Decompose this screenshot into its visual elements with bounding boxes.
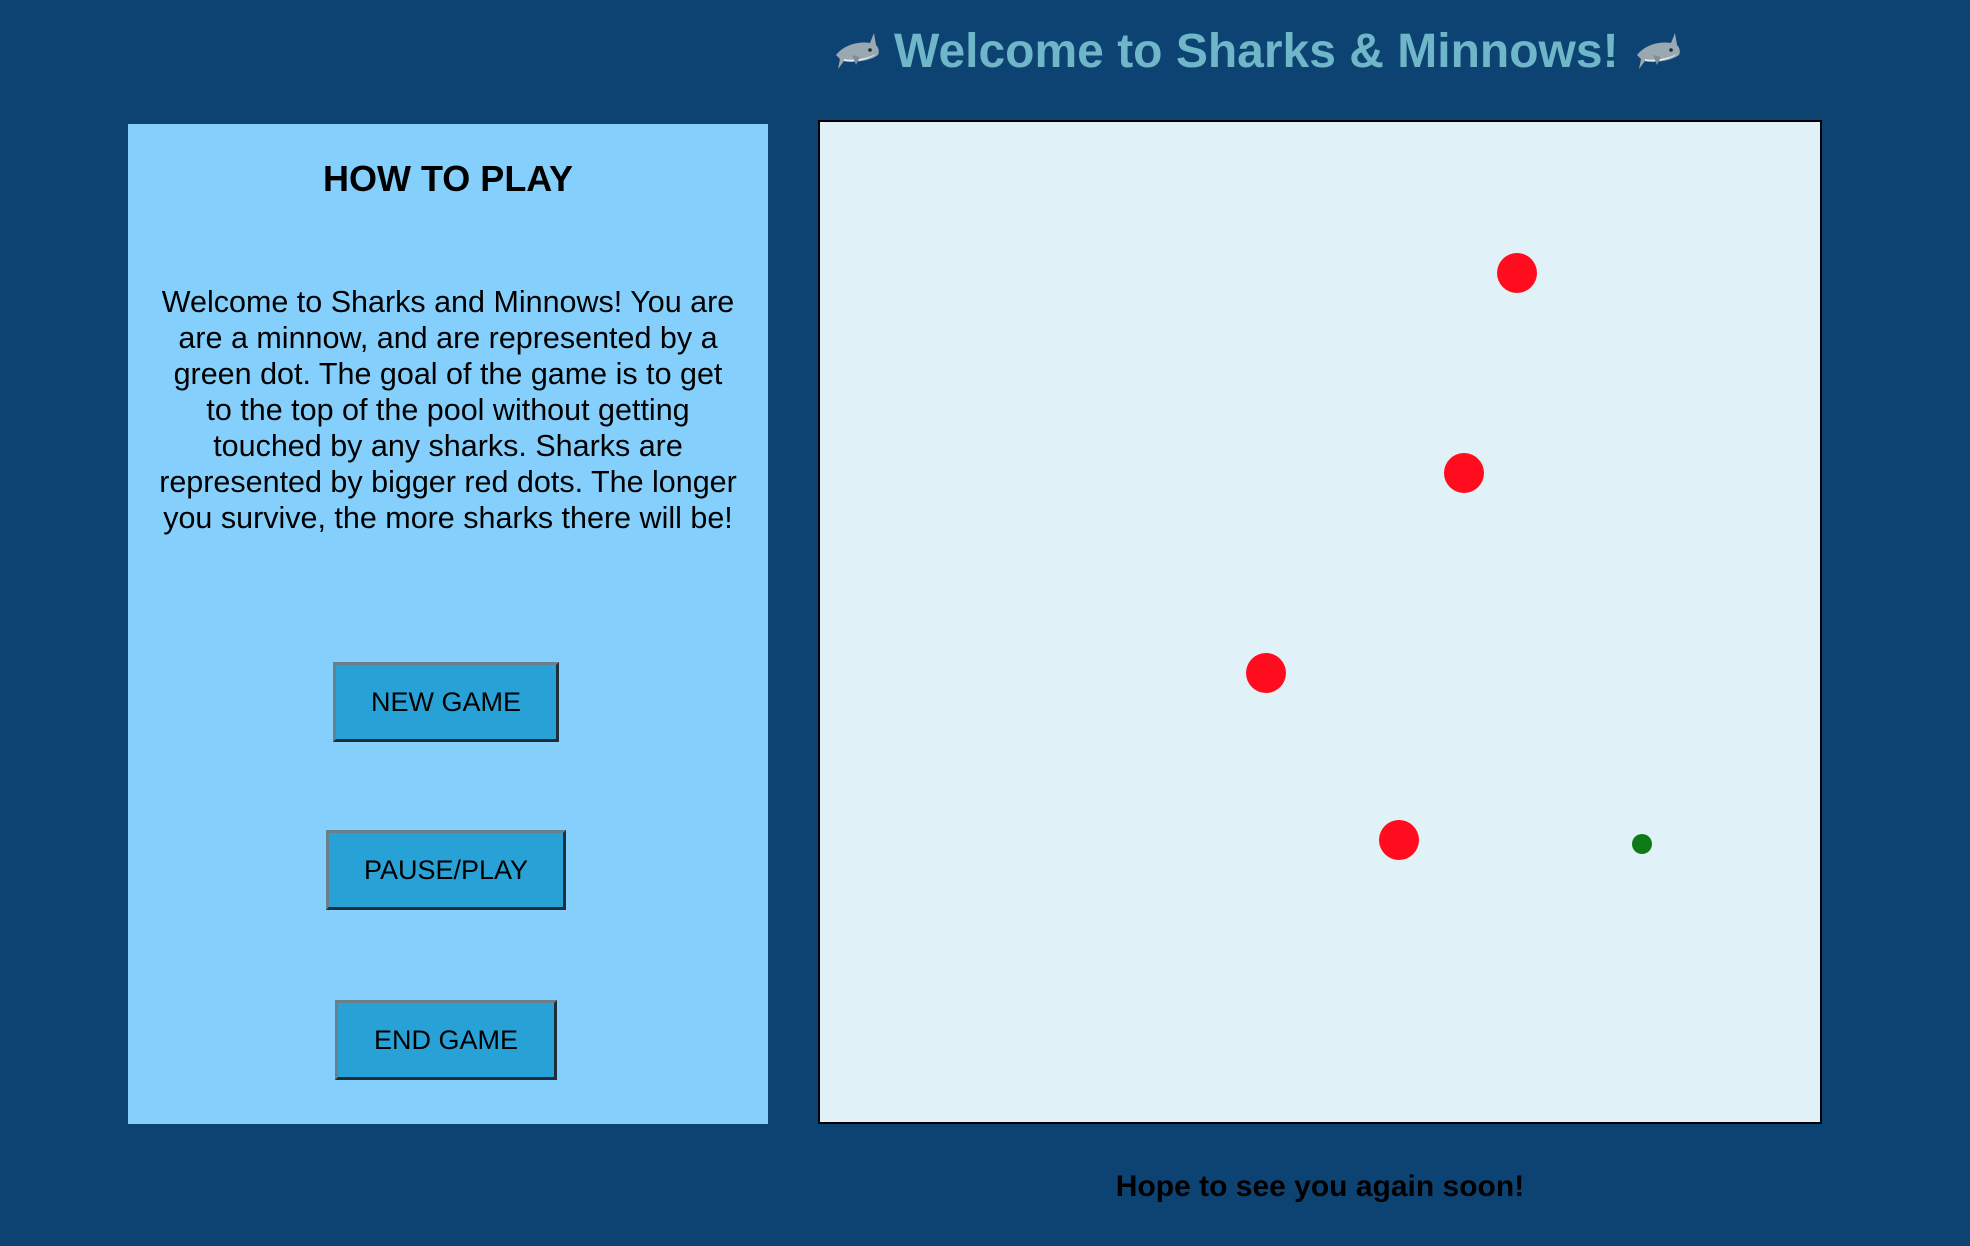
instructions-panel: HOW TO PLAY Welcome to Sharks and Minnow… bbox=[128, 124, 768, 1124]
shark-dot bbox=[1379, 820, 1419, 860]
pool-canvas bbox=[1246, 253, 1652, 860]
shark-dot bbox=[1444, 453, 1484, 493]
title-text: Welcome to Sharks & Minnows! bbox=[894, 24, 1619, 78]
farewell-message: Hope to see you again soon! bbox=[1115, 1170, 1525, 1203]
end-game-button[interactable]: END GAME bbox=[335, 1000, 557, 1080]
pause-play-button[interactable]: PAUSE/PLAY bbox=[326, 830, 566, 910]
shark-icon bbox=[830, 25, 882, 77]
instructions-heading: HOW TO PLAY bbox=[322, 158, 574, 199]
page-title: Welcome to Sharks & Minnows! bbox=[818, 16, 1818, 86]
shark-dot bbox=[1246, 653, 1286, 693]
instructions-text: Welcome to Sharks and Minnows! You are a… bbox=[159, 285, 737, 535]
game-board[interactable] bbox=[818, 120, 1822, 1124]
new-game-button[interactable]: NEW GAME bbox=[333, 662, 559, 742]
shark-icon bbox=[1631, 25, 1683, 77]
shark-dot bbox=[1497, 253, 1537, 293]
minnow-dot bbox=[1632, 834, 1652, 854]
